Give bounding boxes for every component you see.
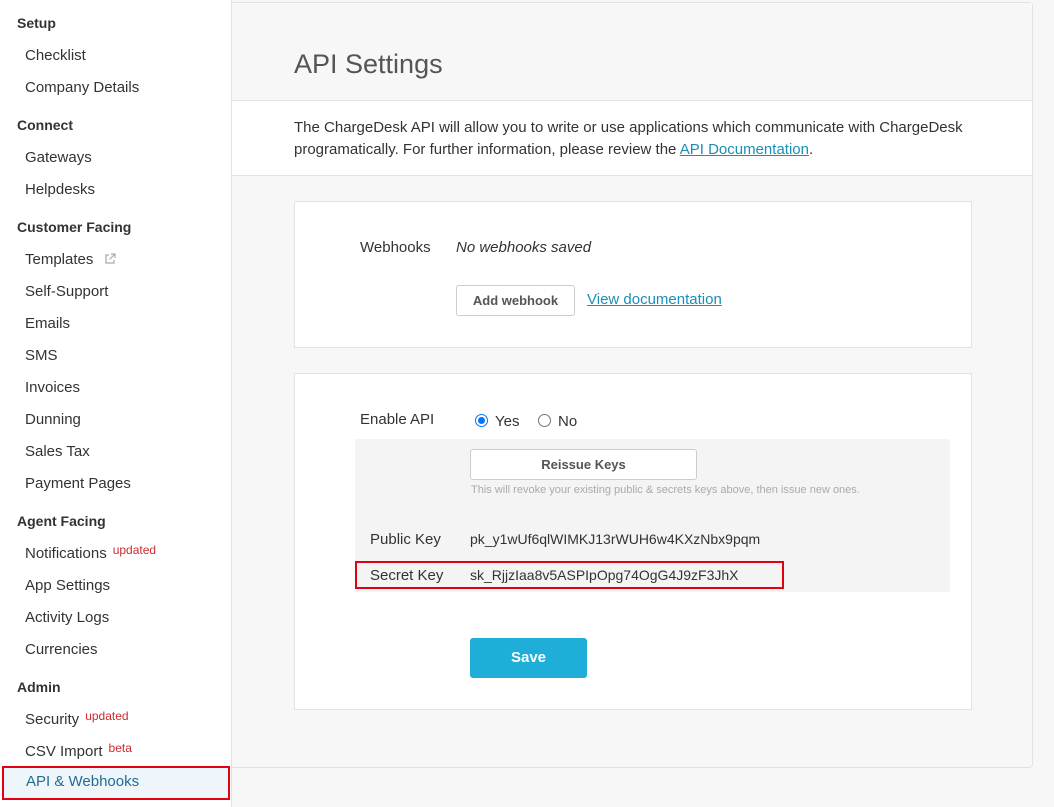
webhooks-label: Webhooks bbox=[360, 239, 431, 256]
api-keys-box: Reissue Keys This will revoke your exist… bbox=[355, 439, 950, 592]
sidebar-item-gateways[interactable]: Gateways bbox=[0, 142, 232, 174]
sidebar-item-sales-tax[interactable]: Sales Tax bbox=[0, 436, 232, 468]
sidebar-heading-customer-facing: Customer Facing bbox=[17, 219, 132, 235]
webhooks-panel: Webhooks No webhooks saved Add webhook V… bbox=[294, 201, 972, 348]
sidebar-item-self-support[interactable]: Self-Support bbox=[0, 276, 232, 308]
sidebar-heading-admin: Admin bbox=[17, 679, 61, 695]
sidebar-item-csv-import[interactable]: CSV Import beta bbox=[0, 736, 232, 768]
secret-key-value: sk_RjjzIaa8v5ASPIpOpg74OgG4J9zF3JhX bbox=[470, 567, 739, 583]
public-key-value: pk_y1wUf6qlWIMKJ13rWUH6w4KXzNbx9pqm bbox=[470, 531, 761, 547]
reissue-hint: This will revoke your existing public & … bbox=[471, 484, 860, 496]
enable-api-label: Enable API bbox=[360, 411, 435, 428]
enable-api-no-radio[interactable] bbox=[538, 414, 551, 427]
sidebar-item-checklist[interactable]: Checklist bbox=[0, 40, 232, 72]
updated-badge: updated bbox=[112, 543, 157, 557]
sidebar: Setup Checklist Company Details Connect … bbox=[0, 0, 232, 807]
save-button[interactable]: Save bbox=[470, 638, 587, 678]
intro-text: The ChargeDesk API will allow you to wri… bbox=[232, 101, 1032, 176]
sidebar-item-company-details[interactable]: Company Details bbox=[0, 72, 232, 104]
sidebar-item-invoices[interactable]: Invoices bbox=[0, 372, 232, 404]
webhooks-empty-text: No webhooks saved bbox=[456, 239, 592, 256]
page-header: API Settings bbox=[232, 3, 1032, 101]
beta-badge: beta bbox=[108, 741, 132, 755]
sidebar-item-activity-logs[interactable]: Activity Logs bbox=[0, 602, 232, 634]
sidebar-item-templates[interactable]: Templates bbox=[0, 244, 232, 276]
sidebar-item-sms[interactable]: SMS bbox=[0, 340, 232, 372]
sidebar-item-api-webhooks[interactable]: API & Webhooks bbox=[2, 766, 230, 800]
sidebar-item-security[interactable]: Security updated bbox=[0, 704, 232, 736]
sidebar-item-notifications[interactable]: Notifications updated bbox=[0, 538, 232, 570]
sidebar-item-dunning[interactable]: Dunning bbox=[0, 404, 232, 436]
enable-api-yes-radio[interactable] bbox=[475, 414, 488, 427]
view-documentation-link[interactable]: View documentation bbox=[587, 291, 722, 308]
updated-badge: updated bbox=[85, 709, 129, 723]
add-webhook-button[interactable]: Add webhook bbox=[456, 285, 575, 316]
sidebar-heading-setup: Setup bbox=[17, 15, 56, 31]
sidebar-item-emails[interactable]: Emails bbox=[0, 308, 232, 340]
sidebar-item-app-settings[interactable]: App Settings bbox=[0, 570, 232, 602]
enable-api-no-label[interactable]: No bbox=[558, 413, 577, 430]
enable-api-yes-label[interactable]: Yes bbox=[495, 413, 519, 430]
reissue-keys-button[interactable]: Reissue Keys bbox=[470, 449, 697, 480]
sidebar-item-payment-pages[interactable]: Payment Pages bbox=[0, 468, 232, 500]
api-panel: Enable API Yes No Reissue Keys This will… bbox=[294, 373, 972, 710]
sidebar-item-currencies[interactable]: Currencies bbox=[0, 634, 232, 666]
sidebar-item-helpdesks[interactable]: Helpdesks bbox=[0, 174, 232, 206]
main-content: API Settings The ChargeDesk API will all… bbox=[232, 2, 1033, 768]
secret-key-label: Secret Key bbox=[370, 567, 444, 584]
page-title: API Settings bbox=[294, 49, 443, 79]
sidebar-heading-connect: Connect bbox=[17, 117, 73, 133]
sidebar-heading-agent-facing: Agent Facing bbox=[17, 513, 106, 529]
external-link-icon bbox=[104, 245, 116, 277]
api-documentation-link[interactable]: API Documentation bbox=[680, 141, 809, 158]
public-key-label: Public Key bbox=[370, 531, 441, 548]
